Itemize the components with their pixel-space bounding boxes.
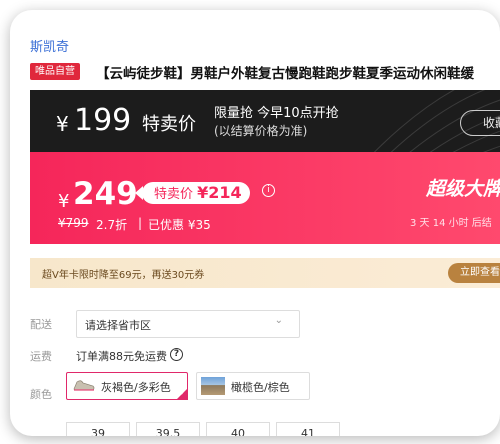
size-option[interactable]: 41 <box>276 422 340 436</box>
product-card: 斯凯奇 唯品自营 【云屿徒步鞋】男鞋户外鞋复古慢跑鞋跑步鞋夏季运动休闲鞋缓 ¥ … <box>10 10 500 436</box>
help-icon[interactable]: ? <box>170 348 183 361</box>
shipping-label: 运费 <box>30 350 52 363</box>
flash-sale-bar: ¥ 199 特卖价 限量抢 今早10点开抢 (以结算价格为准) 收藏 <box>30 90 500 152</box>
selected-check-icon <box>176 388 188 400</box>
sale-price: 249 <box>73 176 138 212</box>
current-sale-bar: ¥ 249 特卖价 ¥214 i ¥799 2.7折 | 已优惠 ¥35 超级大… <box>30 152 500 244</box>
product-title: 【云屿徒步鞋】男鞋户外鞋复古慢跑鞋跑步鞋夏季运动休闲鞋缓 <box>96 66 474 82</box>
landscape-thumbnail-icon <box>201 377 225 395</box>
flash-currency: ¥ <box>56 112 69 136</box>
original-price: ¥799 <box>58 216 89 230</box>
self-operated-badge: 唯品自营 <box>30 63 80 80</box>
size-option[interactable]: 39 <box>66 422 130 436</box>
size-option[interactable]: 39.5 <box>136 422 200 436</box>
remind-button[interactable]: 收藏 <box>460 110 500 136</box>
shipping-value: 订单满88元免运费 <box>76 350 167 363</box>
special-price-value: ¥214 <box>197 183 242 202</box>
flash-price: 199 <box>74 103 132 138</box>
color-option-grey-multicolor[interactable]: 灰褐色/多彩色 <box>66 372 188 400</box>
color-label: 颜色 <box>30 388 52 401</box>
sale-currency: ¥ <box>58 191 70 212</box>
special-price-tag: 特卖价 ¥214 <box>135 182 250 204</box>
flash-line1: 限量抢 今早10点开抢 <box>214 106 339 121</box>
brand-link[interactable]: 斯凯奇 <box>30 36 69 55</box>
special-price-label: 特卖价 <box>154 187 194 202</box>
region-select[interactable]: 请选择省市区 ⌄ <box>76 310 300 338</box>
size-option[interactable]: 40 <box>206 422 270 436</box>
vip-view-button[interactable]: 立即查看 <box>448 263 500 283</box>
color-option-label: 橄榄色/棕色 <box>231 381 290 394</box>
region-select-value: 请选择省市区 <box>85 319 151 332</box>
countdown: 3 天 14 小时 后结 <box>410 218 492 229</box>
delivery-label: 配送 <box>30 318 52 331</box>
info-icon[interactable]: i <box>262 184 275 197</box>
color-option-label: 灰褐色/多彩色 <box>101 381 171 394</box>
vip-promo-bar: 超V年卡限时降至69元，再送30元券 立即查看 <box>30 258 500 288</box>
coupon-saved: 已优惠 ¥35 <box>148 218 211 232</box>
flash-tag: 特卖价 <box>142 114 196 135</box>
shoe-thumbnail-icon <box>73 380 95 391</box>
flash-line2: (以结算价格为准) <box>214 124 308 138</box>
vip-promo-text: 超V年卡限时降至69元，再送30元券 <box>42 270 205 281</box>
discount-rate: 2.7折 <box>96 218 128 232</box>
chevron-down-icon: ⌄ <box>274 315 283 326</box>
color-option-olive-brown[interactable]: 橄榄色/棕色 <box>196 372 310 400</box>
price-separator: | <box>138 216 143 230</box>
promo-title: 超级大牌 <box>426 178 500 200</box>
